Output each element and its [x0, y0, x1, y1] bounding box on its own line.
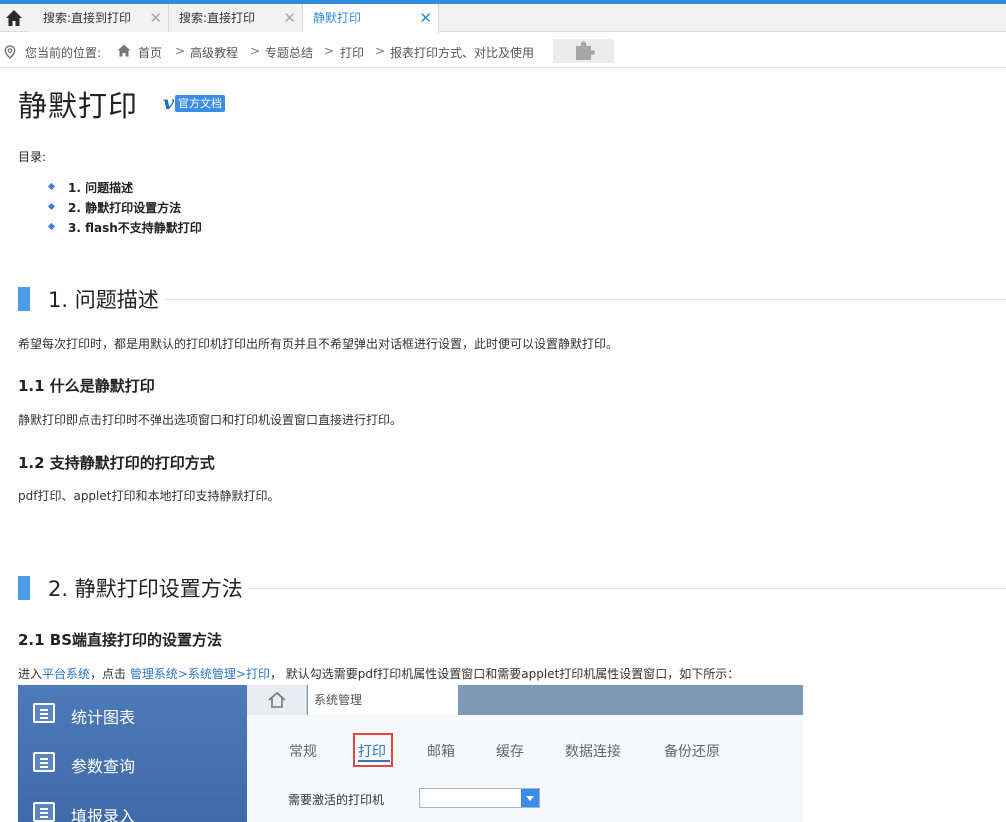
breadcrumb-item-current[interactable]: 报表打印方式、对比及使用 — [390, 44, 534, 61]
screenshot-subtab-mail: 邮箱 — [427, 744, 455, 760]
plugin-button[interactable] — [553, 39, 614, 63]
page-title: 静默打印 — [18, 89, 139, 123]
text-suffix: ， 默认勾选需要pdf打印机属性设置窗口和需要applet打印机属性设置窗口，如… — [269, 667, 740, 681]
screenshot-field-label: 需要激活的打印机 — [288, 793, 385, 807]
section-heading-1: 1. 问题描述 — [18, 284, 1006, 314]
admin-print-path-link[interactable]: 管理系统>系统管理>打印 — [130, 667, 270, 681]
screenshot-home-cell — [247, 685, 307, 715]
toc-item[interactable]: 3. flash不支持静默打印 — [47, 219, 202, 239]
diamond-bullet-icon — [47, 202, 56, 211]
heading-marker — [18, 576, 30, 600]
heading-rule — [48, 299, 1006, 300]
tab-label: 搜索:直接到打印 — [43, 11, 132, 25]
screenshot-printer-select — [419, 788, 540, 808]
tab-silent-print[interactable]: 静默打印 ✕ — [303, 4, 439, 33]
diamond-bullet-icon — [47, 222, 56, 231]
document-icon — [33, 703, 55, 723]
tab-label: 搜索:直接打印 — [179, 11, 256, 25]
breadcrumb-separator: > — [250, 44, 261, 58]
heading-marker — [18, 287, 30, 311]
screenshot-tab-system: 系统管理 — [308, 685, 458, 715]
close-icon[interactable]: ✕ — [283, 4, 296, 32]
section-heading-text: 2. 静默打印设置方法 — [48, 573, 249, 603]
breadcrumb-item-topics[interactable]: 专题总结 — [265, 44, 313, 61]
subsection-heading-1-2: 1.2 支持静默打印的打印方式 — [18, 454, 215, 472]
subsection-1-2-text: pdf打印、applet打印和本地打印支持静默打印。 — [18, 489, 280, 503]
home-icon — [6, 10, 22, 26]
screenshot-sidebar-label: 统计图表 — [71, 708, 136, 727]
screenshot-sidebar-item: 填报录入 — [18, 787, 247, 822]
text-prefix: 进入 — [18, 667, 43, 681]
toc-item-label: 1. 问题描述 — [68, 181, 134, 195]
screenshot-subtab-backup: 备份还原 — [664, 744, 720, 760]
screenshot-subtab-data-connection: 数据连接 — [565, 744, 621, 760]
subsection-1-1-text: 静默打印即点击打印时不弹出选项窗口和打印机设置窗口直接进行打印。 — [18, 413, 403, 427]
toc-item-label: 3. flash不支持静默打印 — [68, 221, 202, 235]
chevron-down-icon — [521, 789, 539, 807]
table-of-contents: 1. 问题描述 2. 静默打印设置方法 3. flash不支持静默打印 — [47, 179, 202, 239]
close-icon[interactable]: ✕ — [419, 4, 432, 32]
official-docs-link[interactable]: v 官方文档 — [163, 92, 226, 114]
subsection-2-1-text: 进入平台系统，点击 管理系统>系统管理>打印， 默认勾选需要pdf打印机属性设置… — [18, 665, 739, 682]
toc-item[interactable]: 2. 静默打印设置方法 — [47, 199, 202, 219]
screenshot-sidebar-label: 参数查询 — [71, 757, 136, 776]
breadcrumb-separator: > — [375, 44, 386, 58]
close-icon[interactable]: ✕ — [149, 4, 162, 32]
docs-logo-icon: v — [163, 92, 175, 114]
document-icon — [33, 752, 55, 772]
screenshot-subtab-general: 常规 — [289, 744, 317, 760]
toc-label: 目录: — [18, 150, 47, 164]
home-icon — [117, 44, 131, 57]
toc-item-label: 2. 静默打印设置方法 — [68, 201, 182, 215]
section-1-intro: 希望每次打印时，都是用默认的打印机打印出所有页并且不希望弹出对话框进行设置，此时… — [18, 337, 619, 351]
subsection-heading-1-1: 1.1 什么是静默打印 — [18, 377, 155, 395]
tab-search-print-1[interactable]: 搜索:直接到打印 ✕ — [29, 4, 169, 32]
location-label: 您当前的位置: — [25, 46, 102, 60]
puzzle-icon — [575, 41, 595, 60]
section-heading-2: 2. 静默打印设置方法 — [18, 573, 1006, 603]
highlight-box — [353, 733, 393, 767]
diamond-bullet-icon — [47, 182, 56, 191]
text-mid: ，点击 — [90, 667, 130, 681]
screenshot-subtab-cache: 缓存 — [496, 744, 524, 760]
breadcrumb-item-print[interactable]: 打印 — [340, 44, 364, 61]
subsection-heading-2-1: 2.1 BS端直接打印的设置方法 — [18, 631, 223, 649]
tab-search-print-2[interactable]: 搜索:直接打印 ✕ — [169, 4, 303, 32]
home-outline-icon — [267, 691, 286, 708]
official-docs-badge: 官方文档 — [175, 94, 226, 112]
location-pin-icon — [4, 45, 16, 59]
breadcrumb-item-home[interactable]: 首页 — [138, 44, 162, 61]
screenshot-sidebar-item: 统计图表 — [18, 688, 247, 736]
embedded-screenshot: 统计图表 参数查询 填报录入 系统管理 常规 打印 邮箱 缓存 数据连接 备份还… — [18, 685, 803, 822]
tab-label: 静默打印 — [313, 11, 362, 25]
toc-item[interactable]: 1. 问题描述 — [47, 179, 202, 199]
screenshot-sidebar-item: 参数查询 — [18, 737, 247, 785]
breadcrumb-separator: > — [175, 44, 186, 58]
document-icon — [33, 802, 55, 822]
breadcrumb-separator: > — [324, 44, 335, 58]
tab-bar: 搜索:直接到打印 ✕ 搜索:直接打印 ✕ 静默打印 ✕ — [0, 4, 1006, 33]
breadcrumb-item-advanced[interactable]: 高级教程 — [190, 44, 238, 61]
section-heading-text: 1. 问题描述 — [48, 284, 165, 314]
home-button[interactable] — [0, 4, 28, 32]
screenshot-sidebar-label: 填报录入 — [71, 807, 136, 822]
breadcrumb: 您当前的位置: 首页 > 高级教程 > 专题总结 > 打印 > 报表打印方式、对… — [0, 34, 1006, 68]
platform-system-link[interactable]: 平台系统 — [42, 667, 90, 681]
